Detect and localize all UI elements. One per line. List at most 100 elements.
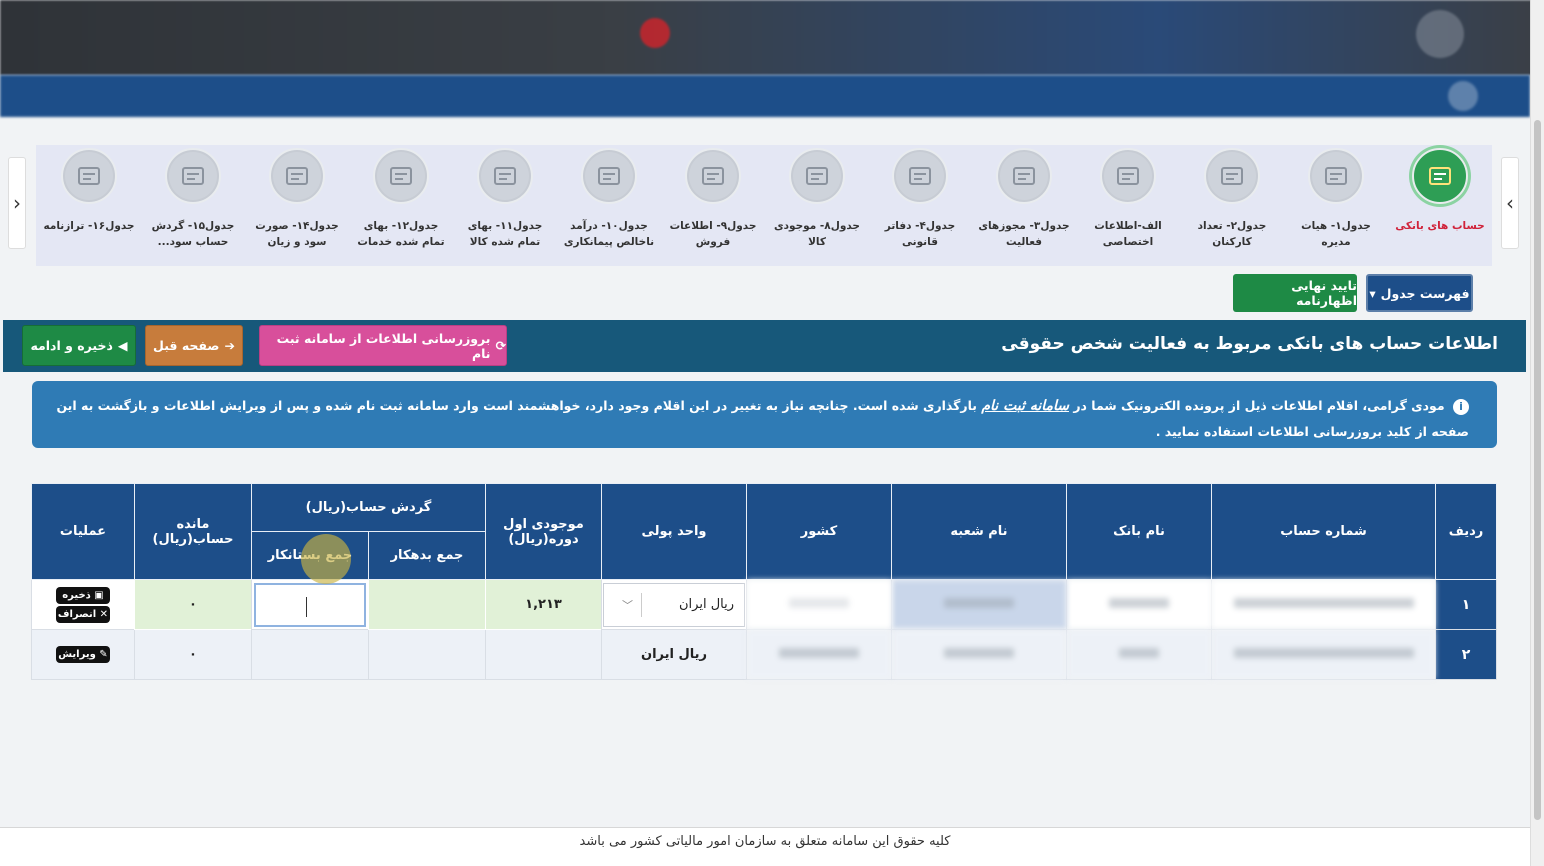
col-debit: جمع بدهکار [368,531,486,580]
books-icon [892,148,948,204]
currency-cell: ریال ایران ﹀ [601,579,747,630]
col-branch-name: نام شعبه [891,483,1067,580]
operations-cell: ▣ ذخیره ✕ انصراف [30,579,135,630]
save-row-button[interactable]: ▣ ذخیره [55,586,110,604]
carousel-item-label: جدول۲- تعداد کارکنان [1197,220,1267,248]
account-number-cell [1211,579,1436,630]
carousel-item-label: جدول۱۵- گردش حساب سود... [151,220,235,248]
col-opening-balance: موجودی اول دوره(ریال) [485,483,602,580]
previous-page-button[interactable]: ➔ صفحه قبل [145,325,243,366]
edit-row-button[interactable]: ✎ ویرایش [55,646,110,663]
currency-cell: ریال ایران [601,629,747,680]
col-balance: مانده حساب(ریال) [133,483,252,580]
close-icon: ✕ [96,608,109,620]
opening-balance-field[interactable]: ۱,۲۱۳ [485,579,602,630]
bank-name-cell [1066,629,1212,680]
carousel-item-2[interactable]: جدول۱- هیات مدیره [1284,145,1388,266]
info-icon: i [1453,399,1469,415]
col-row: ردیف [1435,483,1497,580]
page-scrollbar[interactable] [1530,0,1544,866]
carousel-item-label: جدول۹- اطلاعات فروش [669,220,757,248]
col-operations: عملیات [30,483,135,580]
bank-icon [1412,148,1468,204]
bank-accounts-table: ردیف شماره حساب نام بانک نام شعبه کشور و… [30,483,1497,680]
carousel-item-7[interactable]: جدول۸- موجودی کالا [765,145,869,266]
table-list-dropdown-button[interactable]: فهرست جدول ▾ [1366,274,1473,312]
inventory-icon [789,148,845,204]
update-from-registration-button[interactable]: ⟳ بروزرسانی اطلاعات از سامانه ثبت نام [259,325,507,366]
user-avatar[interactable] [1448,81,1478,111]
floppy-icon: ▣ [90,589,104,601]
section-header: اطلاعات حساب های بانکی مربوط به فعالیت ش… [3,320,1526,372]
arrow-left-circle-icon: ◀ [117,338,128,353]
carousel-item-6[interactable]: جدول۴- دفاتر قانونی [868,145,972,266]
table-row: ۱ ریال ایران ﹀ ۱,۲۱۳ ۰ ▣ ذخیره ✕ انصراف [30,579,1497,630]
caret-down-icon: ▾ [1369,285,1376,301]
country-cell [746,579,892,630]
col-credit: جمع بستانکار [250,531,370,580]
license-icon [996,148,1052,204]
top-banner [0,0,1544,75]
carousel-item-label: جدول۸- موجودی کالا [774,220,860,248]
contract-icon [581,148,637,204]
col-turnover: گردش حساب(ریال) [250,483,487,532]
footer: کلیه حقوق این سامانه متعلق به سازمان امو… [0,828,1530,866]
services-icon [373,148,429,204]
carousel-prev-arrow[interactable]: ‹ [8,157,26,249]
carousel-item-label: جدول۱۲- بهای تمام شده خدمات [357,220,445,248]
info-alert: i مودی گرامی، اقلام اطلاعات ذیل از پروند… [32,381,1497,448]
carousel-item-9[interactable]: جدول۱۰- درآمد ناخالص پیمانکاری [557,145,661,266]
row-number: ۲ [1435,629,1497,680]
debit-total-cell [368,629,486,680]
profit-icon [165,148,221,204]
currency-select[interactable]: ریال ایران ﹀ [603,582,745,627]
arrow-right-circle-icon: ➔ [224,338,235,353]
brand-mark-icon [640,18,670,48]
carousel-item-10[interactable]: جدول۱۱- بهای تمام شده کالا [453,145,557,266]
carousel-item-label: جدول۱۰- درآمد ناخالص پیمانکاری [563,220,655,248]
account-number-cell [1211,629,1436,680]
carousel-item-8[interactable]: جدول۹- اطلاعات فروش [661,145,765,266]
carousel-next-arrow[interactable]: › [1501,157,1519,249]
carousel-item-label: جدول۳- مجوزهای فعالیت [978,220,1070,248]
credit-total-cell [250,629,370,680]
debit-total-field[interactable] [368,579,486,630]
carousel-item-label: جدول۴- دفاتر قانونی [884,220,956,248]
sales-icon [685,148,741,204]
ledger-icon [61,148,117,204]
cancel-row-button[interactable]: ✕ انصراف [55,605,110,623]
carousel-item-13[interactable]: جدول۱۵- گردش حساب سود... [141,145,245,266]
branch-name-cell [891,629,1067,680]
carousel-item-5[interactable]: جدول۳- مجوزهای فعالیت [972,145,1076,266]
refresh-icon: ⟳ [495,338,506,353]
save-continue-button[interactable]: ◀ ذخیره و ادامه [22,325,136,366]
operations-cell: ✎ ویرایش [30,629,135,680]
col-account-number: شماره حساب [1211,483,1436,580]
staff-icon [1204,148,1260,204]
carousel-item-4[interactable]: الف-اطلاعات اختصاصی [1076,145,1180,266]
carousel-item-3[interactable]: جدول۲- تعداد کارکنان [1180,145,1284,266]
carousel-item-label: جدول۱- هیات مدیره [1301,220,1371,248]
balance-scale-icon [269,148,325,204]
table-carousel: حساب های بانکی جدول۱- هیات مدیره جدول۲- تع… [36,145,1492,266]
col-country: کشور [746,483,892,580]
id-card-icon [1100,148,1156,204]
carousel-item-label: الف-اطلاعات اختصاصی [1094,220,1162,248]
carousel-item-14[interactable]: جدول۱۶- ترازنامه [37,145,141,266]
credit-total-input[interactable] [254,582,366,627]
registration-system-link[interactable]: سامانه ثبت نام [981,398,1069,414]
calculator-icon [477,148,533,204]
row-number: ۱ [1435,579,1497,630]
table-row: ۲ ریال ایران ۰ ✎ ویرایش [30,629,1497,680]
main-nav [0,75,1530,117]
carousel-item-11[interactable]: جدول۱۲- بهای تمام شده خدمات [349,145,453,266]
branch-name-cell [891,579,1067,630]
final-confirm-button[interactable]: تایید نهایی اظهارنامه [1233,274,1357,312]
carousel-item-label: جدول۱۱- بهای تمام شده کالا [467,220,543,248]
carousel-item-12[interactable]: جدول۱۴- صورت سود و زیان [245,145,349,266]
col-currency: واحد پولی [601,483,747,580]
board-icon [1308,148,1364,204]
balance-cell: ۰ [133,629,252,680]
carousel-item-1[interactable]: حساب های بانکی [1388,145,1492,266]
logo [1416,10,1464,58]
